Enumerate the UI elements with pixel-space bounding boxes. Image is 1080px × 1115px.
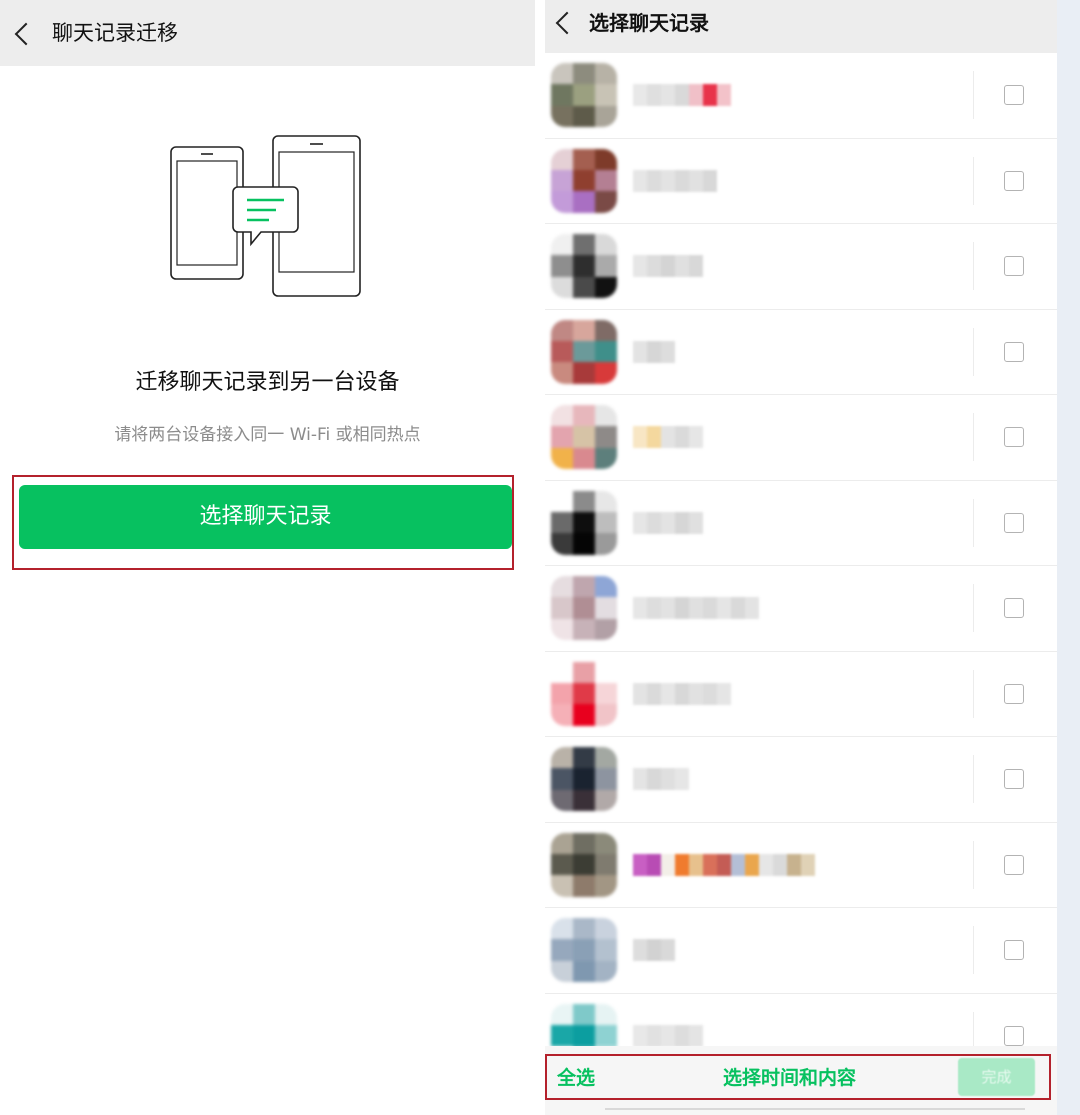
blurred-contact-name [633, 682, 731, 705]
chat-row[interactable] [545, 481, 1057, 566]
chat-row[interactable] [545, 53, 1057, 139]
wifi-hint-text: 请将两台设备接入同一 Wi-Fi 或相同热点 [114, 425, 421, 445]
avatar [551, 234, 617, 298]
blurred-contact-name [633, 84, 731, 106]
blurred-contact-name [633, 511, 703, 534]
blurred-contact-name [633, 340, 675, 363]
back-arrow-icon[interactable] [14, 22, 38, 46]
row-divider [973, 840, 974, 889]
checkbox-icon[interactable] [1004, 854, 1024, 875]
blurred-contact-name [633, 939, 675, 961]
chat-row[interactable] [545, 652, 1057, 737]
checkbox-icon[interactable] [1004, 940, 1024, 960]
avatar [551, 1003, 617, 1046]
avatar [551, 832, 617, 897]
blurred-contact-name [633, 426, 703, 448]
chat-row[interactable] [545, 139, 1057, 224]
row-divider [973, 1011, 974, 1046]
avatar [551, 490, 617, 555]
select-time-and-content-button[interactable]: 选择时间和内容 [723, 1063, 856, 1090]
checkbox-icon[interactable] [1004, 598, 1024, 618]
blurred-contact-name [633, 597, 759, 619]
checkbox-icon[interactable] [1004, 683, 1024, 704]
select-all-button[interactable]: 全选 [557, 1063, 595, 1090]
avatar [551, 148, 617, 213]
row-divider [973, 156, 974, 205]
checkbox-icon[interactable] [1004, 769, 1024, 789]
checkbox-icon[interactable] [1004, 427, 1024, 447]
checkbox-icon[interactable] [1004, 341, 1024, 362]
chat-row[interactable] [545, 908, 1057, 994]
chat-row[interactable] [545, 224, 1057, 310]
chat-row[interactable] [545, 566, 1057, 652]
checkbox-icon[interactable] [1004, 85, 1024, 105]
row-divider [973, 413, 974, 461]
migration-screen: 聊天记录迁移 迁移聊天记录到另一台设备 请将两台设备接入同一 Wi-Fi 或相同… [0, 0, 535, 1115]
row-divider [973, 242, 974, 290]
blurred-contact-name [633, 255, 703, 277]
device-migration-illustration-icon [170, 135, 361, 297]
row-divider [973, 327, 974, 376]
blurred-contact-name [633, 768, 689, 790]
select-chats-screen: 选择聊天记录 全选 选择时间和内容 完成 [545, 0, 1057, 1115]
checkbox-icon[interactable] [1004, 512, 1024, 533]
page-title: 聊天记录迁移 [52, 21, 178, 45]
chat-row[interactable] [545, 395, 1057, 481]
back-arrow-icon[interactable] [555, 11, 579, 35]
row-divider [973, 755, 974, 803]
checkbox-icon[interactable] [1004, 1025, 1024, 1046]
chat-row[interactable] [545, 310, 1057, 395]
blurred-contact-name [633, 1024, 703, 1046]
avatar [551, 405, 617, 469]
row-divider [973, 669, 974, 718]
page-title: 选择聊天记录 [589, 11, 709, 35]
chat-row[interactable] [545, 994, 1057, 1046]
avatar [551, 319, 617, 384]
row-divider [973, 584, 974, 632]
nav-header: 选择聊天记录 [545, 0, 1057, 53]
home-indicator [605, 1108, 1025, 1110]
row-divider [973, 926, 974, 974]
blurred-contact-name [633, 853, 815, 876]
page-edge [1057, 0, 1080, 1115]
avatar [551, 918, 617, 982]
migration-headline: 迁移聊天记录到另一台设备 [135, 370, 400, 395]
row-divider [973, 71, 974, 119]
select-chat-history-button[interactable]: 选择聊天记录 [19, 485, 512, 549]
chat-row[interactable] [545, 823, 1057, 908]
avatar [551, 576, 617, 640]
done-button[interactable]: 完成 [958, 1058, 1035, 1096]
blurred-contact-name [633, 169, 717, 192]
checkbox-icon[interactable] [1004, 170, 1024, 191]
avatar [551, 661, 617, 726]
chat-row[interactable] [545, 737, 1057, 823]
avatar [551, 63, 617, 127]
chat-list [545, 53, 1057, 1046]
checkbox-icon[interactable] [1004, 256, 1024, 276]
nav-header: 聊天记录迁移 [0, 0, 535, 66]
bottom-toolbar: 全选 选择时间和内容 完成 [545, 1046, 1057, 1115]
avatar [551, 747, 617, 811]
row-divider [973, 498, 974, 547]
